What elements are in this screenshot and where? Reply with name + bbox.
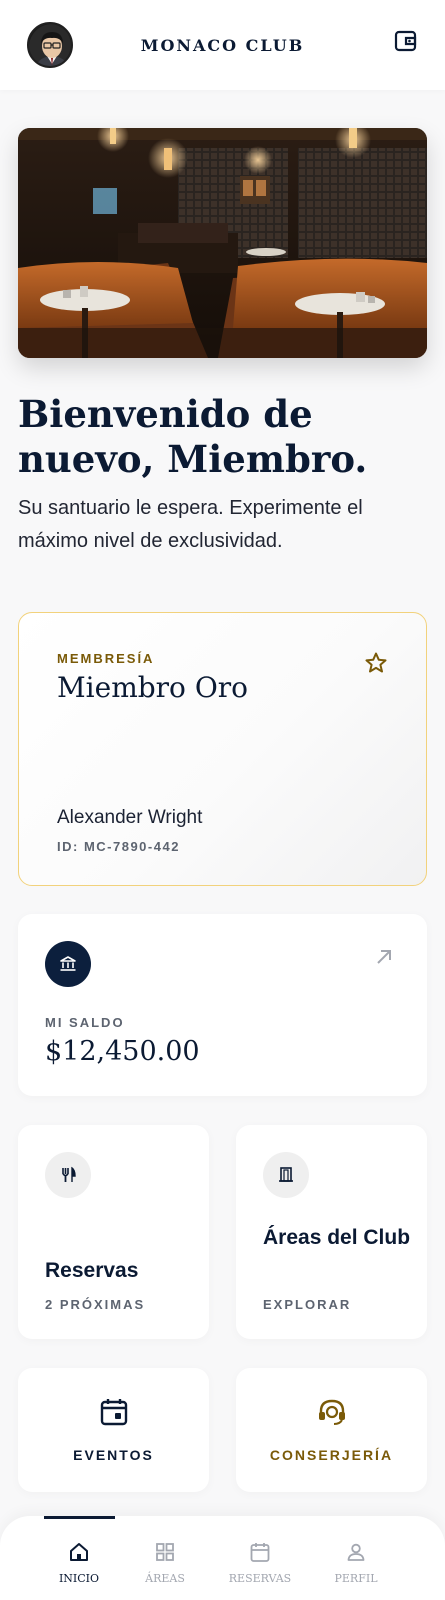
grid-icon xyxy=(153,1540,177,1564)
club-areas-subtitle: EXPLORAR xyxy=(263,1297,352,1312)
nav-active-indicator xyxy=(44,1516,115,1519)
star-icon[interactable] xyxy=(364,651,388,675)
nav-label-perfil: PERFIL xyxy=(334,1572,378,1585)
lounge-hero-image xyxy=(18,128,427,358)
balance-card[interactable]: MI SALDO $12,450.00 xyxy=(18,914,427,1096)
nav-item-perfil[interactable]: PERFIL xyxy=(311,1516,401,1600)
headset-icon xyxy=(316,1396,348,1428)
reservations-title: Reservas xyxy=(45,1259,139,1282)
nav-item-inicio[interactable]: INICIO xyxy=(34,1516,124,1600)
member-id: ID: MC-7890-442 xyxy=(57,839,180,854)
nav-label-areas: ÁREAS xyxy=(145,1572,185,1585)
balance-value: $12,450.00 xyxy=(45,1036,200,1067)
home-icon xyxy=(67,1540,91,1564)
welcome-subtitle: Su santuario le espera. Experimente el m… xyxy=(18,497,363,552)
balance-label: MI SALDO xyxy=(45,1015,125,1030)
reservations-subtitle: 2 PRÓXIMAS xyxy=(45,1297,146,1312)
brand-title: MONACO CLUB xyxy=(140,36,305,55)
bank-icon xyxy=(45,941,91,987)
concierge-label: CONSERJERÍA xyxy=(269,1447,394,1463)
calendar-icon xyxy=(98,1396,130,1428)
door-icon xyxy=(263,1152,309,1198)
calendar-icon xyxy=(248,1540,272,1564)
club-areas-card[interactable]: Áreas del Club EXPLORAR xyxy=(236,1125,427,1339)
member-name: Alexander Wright xyxy=(57,807,203,828)
nav-label-reservas: RESERVAS xyxy=(228,1572,292,1585)
bottom-nav: INICIO ÁREAS RESERVAS PERFIL xyxy=(0,1516,445,1600)
club-areas-title: Áreas del Club xyxy=(263,1226,411,1249)
nav-item-reservas[interactable]: RESERVAS xyxy=(215,1516,305,1600)
nav-label-inicio: INICIO xyxy=(58,1572,100,1585)
person-icon xyxy=(344,1540,368,1564)
membership-tier: Miembro Oro xyxy=(57,671,249,704)
arrow-up-right-icon[interactable] xyxy=(373,946,395,968)
concierge-button[interactable]: CONSERJERÍA xyxy=(236,1368,427,1492)
events-button[interactable]: EVENTOS xyxy=(18,1368,209,1492)
reservations-card[interactable]: Reservas 2 PRÓXIMAS xyxy=(18,1125,209,1339)
app-header: MONACO CLUB xyxy=(0,0,445,90)
membership-label: MEMBRESÍA xyxy=(57,651,155,666)
welcome-title: Bienvenido de nuevo, Miembro. xyxy=(18,392,368,481)
membership-card[interactable]: MEMBRESÍA Miembro Oro Alexander Wright I… xyxy=(18,612,427,886)
cutlery-icon xyxy=(45,1152,91,1198)
wallet-icon[interactable] xyxy=(393,28,419,54)
nav-item-areas[interactable]: ÁREAS xyxy=(120,1516,210,1600)
events-label: EVENTOS xyxy=(73,1447,154,1463)
